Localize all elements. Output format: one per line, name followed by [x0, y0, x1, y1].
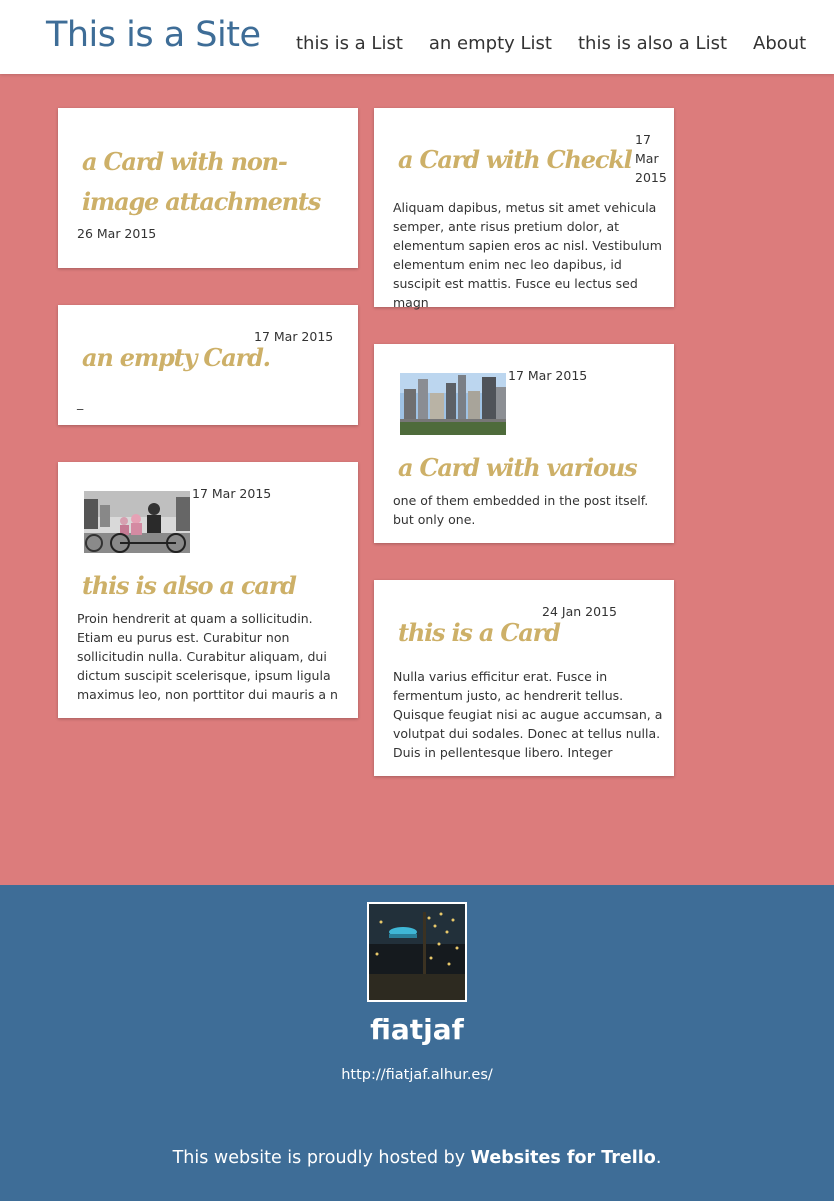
card-date: 17 Mar 2015: [508, 368, 588, 383]
footer-name: fiatjaf: [370, 1013, 464, 1046]
card-date: 17 Mar 2015: [192, 486, 272, 501]
footer-url: http://fiatjaf.alhur.es/: [0, 1067, 834, 1083]
hosted-suffix: .: [655, 1148, 662, 1168]
card-with-various[interactable]: 17 Mar 2015 a Card with various one of t…: [374, 344, 674, 543]
main-nav: this is a List an empty List this is als…: [296, 33, 832, 54]
card-title[interactable]: this is also a card: [82, 566, 297, 606]
card-text: Aliquam dapibus, metus sit amet vehicula…: [393, 200, 662, 310]
card-this-is-also-a-card[interactable]: 17 Mar 2015 this is also a card Proin he…: [58, 462, 358, 718]
nav-item-an-empty-list[interactable]: an empty List: [429, 33, 552, 54]
card-thumbnail-image[interactable]: [84, 491, 190, 553]
card-text: _: [77, 395, 84, 410]
card-thumbnail-image[interactable]: [400, 373, 506, 435]
card-text: Proin hendrerit at quam a sollicitudin. …: [77, 611, 338, 702]
footer-hosted-text: This website is proudly hosted by Websit…: [0, 1148, 834, 1168]
bicycle-photo-icon: [84, 491, 190, 553]
hosted-link[interactable]: Websites for Trello: [471, 1148, 656, 1168]
card-title[interactable]: an empty Card.: [82, 338, 271, 378]
card-title[interactable]: a Card with Checklists: [398, 140, 632, 180]
avatar[interactable]: [367, 902, 467, 1002]
card-date: 26 Mar 2015: [77, 226, 157, 241]
card-empty[interactable]: 17 Mar 2015 an empty Card. _: [58, 305, 358, 425]
site-title-link[interactable]: This is a Site: [46, 15, 261, 55]
footer-url-link[interactable]: http://fiatjaf.alhur.es/: [341, 1067, 493, 1083]
card-title[interactable]: a Card with various: [398, 448, 638, 488]
card-title[interactable]: this is a Card: [398, 613, 561, 653]
hosted-prefix: This website is proudly hosted by: [172, 1148, 471, 1168]
card-text: Nulla varius efficitur erat. Fusce in fe…: [393, 669, 663, 760]
card-non-image-attachments[interactable]: a Card with non-image attachments 26 Mar…: [58, 108, 358, 268]
card-this-is-a-card[interactable]: 24 Jan 2015 this is a Card Nulla varius …: [374, 580, 674, 776]
card-title[interactable]: a Card with non-image attachments: [82, 142, 352, 222]
nav-item-this-is-a-list[interactable]: this is a List: [296, 33, 403, 54]
nav-item-about[interactable]: About: [753, 33, 806, 54]
nav-item-this-is-also-a-list[interactable]: this is also a List: [578, 33, 727, 54]
card-with-checklists[interactable]: a Card with Checklists 17 Mar 2015 Aliqu…: [374, 108, 674, 310]
city-skyline-photo-icon: [400, 373, 506, 435]
card-text: one of them embedded in the post itself.…: [393, 493, 649, 527]
site-footer: fiatjaf http://fiatjaf.alhur.es/ This we…: [0, 885, 834, 1201]
avatar-night-photo-icon: [369, 904, 465, 1000]
site-header: This is a Site this is a List an empty L…: [0, 0, 834, 74]
card-date: 17 Mar 2015: [635, 132, 667, 185]
